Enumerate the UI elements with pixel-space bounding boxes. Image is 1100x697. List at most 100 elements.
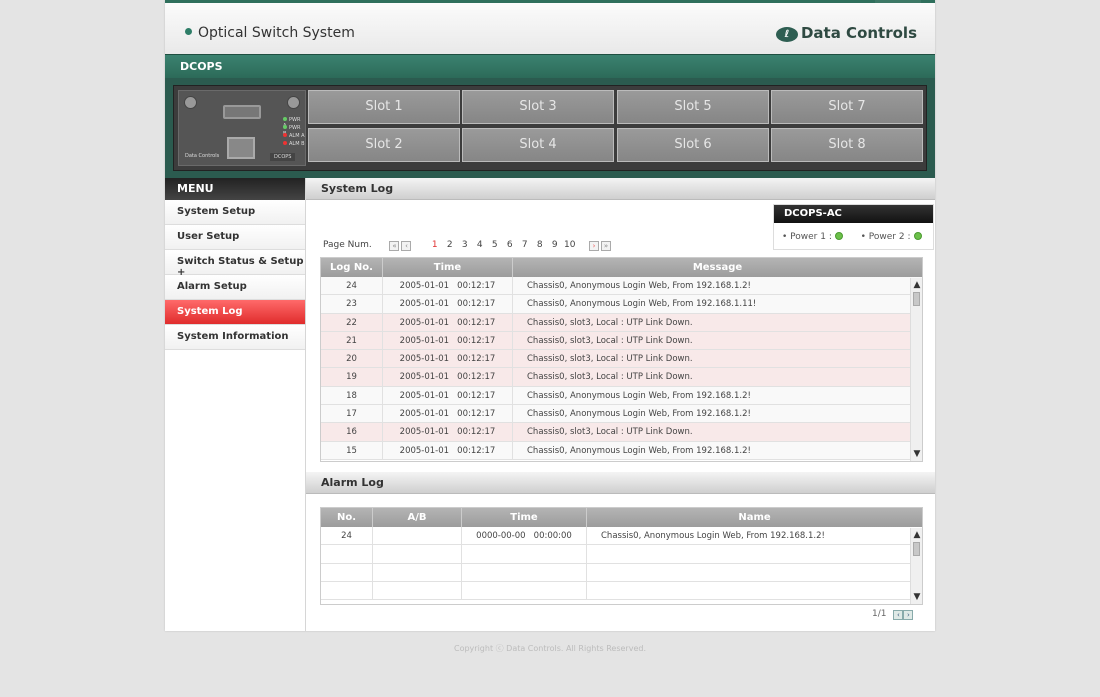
sidebar-item-system-log[interactable]: System Log — [165, 300, 305, 325]
page-number-link[interactable]: 3 — [457, 240, 472, 250]
page-number-link[interactable]: 4 — [472, 240, 487, 250]
page-number-link[interactable]: 5 — [487, 240, 502, 250]
alarm-time-cell — [462, 563, 587, 581]
brand-name: Data Controls — [800, 24, 917, 42]
table-row[interactable]: 17 2005-01-01 00:12:17 Chassis0, Anonymous… — [321, 405, 922, 424]
col-alarm-time[interactable]: Time — [462, 508, 587, 527]
scroll-thumb[interactable] — [913, 542, 920, 556]
page-container: Log-out Optical Switch System ℓData Cont… — [165, 0, 935, 631]
table-row[interactable]: 15 2005-01-01 00:12:17 Chassis0, Anonymous… — [321, 441, 922, 460]
next-page-icon[interactable]: › — [588, 241, 599, 251]
log-time-cell: 2005-01-01 00:12:17 — [383, 313, 513, 331]
alarm-no-cell — [321, 545, 373, 563]
device-bar: DCOPS — [165, 54, 935, 78]
alarm-name-cell: Chassis0, Anonymous Login Web, From 192.… — [601, 531, 825, 541]
log-message-cell: Chassis0, slot3, Local : UTP Link Down. — [527, 317, 693, 328]
table-row[interactable]: 19 2005-01-01 00:12:17 Chassis0, slot3, Lo… — [321, 368, 922, 387]
log-no-cell: 15 — [321, 441, 383, 459]
scroll-up-icon[interactable]: ▲ — [911, 529, 922, 541]
slot-6-button[interactable]: Slot 6 — [617, 128, 769, 162]
log-message-cell: Chassis0, slot3, Local : UTP Link Down. — [527, 372, 693, 383]
log-time-cell: 2005-01-01 00:12:17 — [383, 331, 513, 350]
first-page-icon[interactable]: « — [389, 241, 400, 251]
log-message-cell: Chassis0, Anonymous Login Web, From 192.… — [527, 299, 757, 310]
power1-label: • Power 1 : — [782, 232, 832, 242]
table-row[interactable]: 20 2005-01-01 00:12:17 Chassis0, slot3, Lo… — [321, 350, 922, 369]
table-row[interactable]: 22 2005-01-01 00:12:17 Chassis0, slot3, Lo… — [321, 313, 922, 332]
alarm-log-body: 24 0000-00-00 00:00:00 Chassis0, Anonymous… — [321, 527, 922, 601]
table-row[interactable]: 16 2005-01-01 00:12:17 Chassis0, slot3, Lo… — [321, 423, 922, 442]
prev-page-icon[interactable]: ‹ — [401, 241, 412, 251]
table-row[interactable] — [321, 563, 922, 582]
col-message[interactable]: Message — [513, 258, 922, 277]
alarm-log-title: Alarm Log — [306, 472, 935, 494]
log-time-cell: 2005-01-01 00:12:17 — [383, 295, 513, 313]
alarm-ab-cell — [373, 545, 462, 563]
table-row[interactable]: 23 2005-01-01 00:12:17 Chassis0, Anonymous… — [321, 295, 922, 314]
log-time-cell: 2005-01-01 00:12:17 — [383, 386, 513, 405]
scroll-up-icon[interactable]: ▲ — [911, 279, 922, 291]
status-title: DCOPS-AC — [774, 205, 933, 223]
log-no-cell: 24 — [321, 277, 383, 295]
page-number-link[interactable]: 1 — [427, 240, 442, 250]
slot-1-button[interactable]: Slot 1 — [308, 90, 460, 124]
table-row[interactable]: 18 2005-01-01 00:12:17 Chassis0, Anonymous… — [321, 386, 922, 406]
page-number-link[interactable]: 8 — [532, 240, 547, 250]
panel-label: DCOPS — [270, 153, 296, 161]
col-log-no[interactable]: Log No. — [321, 258, 383, 277]
page-number-link[interactable]: 6 — [502, 240, 517, 250]
slot-3-button[interactable]: Slot 3 — [462, 90, 614, 124]
system-log-scrollbar[interactable]: ▲ ▼ — [910, 278, 922, 461]
device-name: DCOPS — [180, 60, 223, 73]
col-no[interactable]: No. — [321, 508, 373, 527]
alarm-log-scrollbar[interactable]: ▲ ▼ — [910, 528, 922, 604]
slot-2-button[interactable]: Slot 2 — [308, 128, 460, 162]
table-row[interactable] — [321, 545, 922, 564]
sidebar-item-system-setup[interactable]: System Setup — [165, 200, 305, 225]
log-no-cell: 23 — [321, 295, 383, 313]
alarm-name-cell — [587, 582, 922, 599]
alarm-prev-icon[interactable]: ‹ — [893, 610, 904, 620]
col-time[interactable]: Time — [383, 258, 513, 277]
table-row[interactable]: 24 0000-00-00 00:00:00 Chassis0, Anonymous… — [321, 527, 922, 546]
page-num-label: Page Num. — [323, 240, 372, 250]
page-number-link[interactable]: 9 — [547, 240, 562, 250]
controller-panel[interactable]: PWR A PWR B ALM A ALM B Data Controls DC… — [178, 90, 306, 166]
table-row[interactable]: 24 2005-01-01 00:12:17 Chassis0, Anonymous… — [321, 277, 922, 296]
chassis-frame: PWR A PWR B ALM A ALM B Data Controls DC… — [173, 85, 927, 171]
page-number-link[interactable]: 2 — [442, 240, 457, 250]
alarm-no-cell — [321, 563, 373, 581]
app-title: Optical Switch System — [185, 25, 355, 41]
alarm-no-cell — [321, 581, 373, 600]
system-log-header: Log No. Time Message — [321, 258, 922, 277]
log-no-cell: 21 — [321, 331, 383, 350]
app-header: Optical Switch System ℓ Data Controls — [165, 3, 935, 54]
table-row[interactable]: 21 2005-01-01 00:12:17 Chassis0, slot3, Lo… — [321, 331, 922, 351]
slot-7-button[interactable]: Slot 7 — [771, 90, 923, 124]
log-message-cell: Chassis0, slot3, Local : UTP Link Down. — [527, 427, 693, 438]
ethernet-port-icon — [227, 137, 255, 159]
slot-5-button[interactable]: Slot 5 — [617, 90, 769, 124]
sidebar-item-system-information[interactable]: System Information — [165, 325, 305, 350]
sidebar-item-switch-status[interactable]: Switch Status & Setup + — [165, 250, 305, 278]
last-page-icon[interactable]: » — [600, 241, 611, 251]
sidebar-item-user-setup[interactable]: User Setup — [165, 225, 305, 250]
alarm-time-cell: 0000-00-00 00:00:00 — [462, 527, 587, 545]
log-no-cell: 20 — [321, 350, 383, 368]
scroll-down-icon[interactable]: ▼ — [911, 591, 922, 603]
scroll-down-icon[interactable]: ▼ — [911, 448, 922, 460]
power1-ok-icon — [834, 232, 843, 240]
col-ab[interactable]: A/B — [373, 508, 462, 527]
page-number-link[interactable]: 7 — [517, 240, 532, 250]
slot-4-button[interactable]: Slot 4 — [462, 128, 614, 162]
alarm-ab-cell — [373, 563, 462, 581]
data-controls-logo-icon: ℓ — [775, 27, 798, 42]
col-name[interactable]: Name — [587, 508, 922, 527]
page-number-link[interactable]: 10 — [562, 240, 577, 250]
alarm-next-icon[interactable]: › — [903, 610, 914, 620]
table-row[interactable] — [321, 581, 922, 601]
scroll-thumb[interactable] — [913, 292, 920, 306]
sidebar-item-alarm-setup[interactable]: Alarm Setup — [165, 275, 305, 300]
slot-8-button[interactable]: Slot 8 — [771, 128, 923, 162]
led-alm-b: ALM B — [283, 141, 305, 147]
